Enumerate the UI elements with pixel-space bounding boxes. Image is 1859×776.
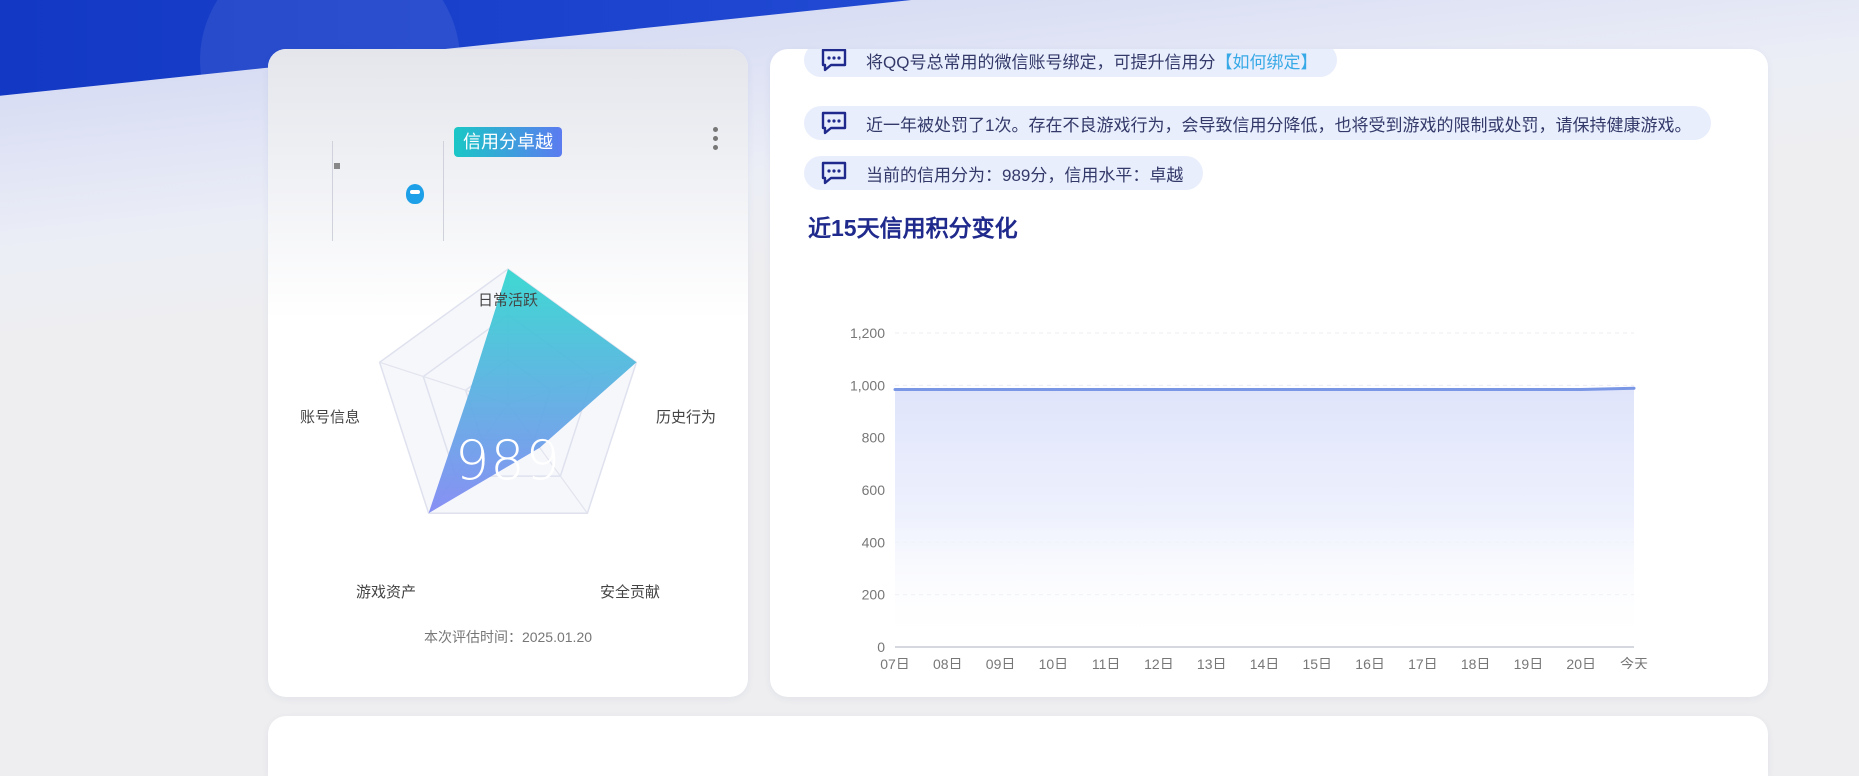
x-tick-label: 18日 bbox=[1461, 656, 1491, 669]
x-tick-label: 15日 bbox=[1302, 656, 1332, 669]
y-tick-label: 1,000 bbox=[850, 377, 885, 393]
y-tick-label: 1,200 bbox=[850, 325, 885, 341]
message-icon bbox=[821, 111, 847, 135]
x-tick-label: 11日 bbox=[1092, 656, 1121, 669]
data-point bbox=[1368, 388, 1372, 392]
radar-label-game-assets: 游戏资产 bbox=[356, 584, 416, 601]
message-icon bbox=[821, 49, 847, 72]
avatar-frame bbox=[332, 141, 444, 241]
radar-label-account-info: 账号信息 bbox=[300, 409, 360, 426]
x-tick-label: 13日 bbox=[1197, 656, 1227, 669]
tip-current-score: 当前的信用分为：989分，信用水平：卓越 bbox=[804, 156, 1204, 190]
credit-level-badge: 信用分卓越 bbox=[454, 127, 562, 157]
data-point bbox=[1051, 388, 1055, 392]
x-axis: 07日 08日 09日 10日 11日 12日 13日 14日 15日 16日 17日 18日 19日 2… bbox=[880, 656, 1648, 669]
data-point bbox=[893, 388, 897, 392]
credit-detail-card: 将QQ号总常用的微信账号绑定，可提升信用分 【如何绑定】 近一年被处罚了1次。存… bbox=[770, 49, 1768, 697]
x-tick-label: 14日 bbox=[1250, 656, 1280, 669]
how-to-bind-link[interactable]: 【如何绑定】 bbox=[1215, 49, 1317, 73]
radar-label-daily-active: 日常活跃 bbox=[478, 292, 538, 309]
x-tick-label: 07日 bbox=[880, 656, 910, 669]
evaluation-time: 本次评估时间：2025.01.20 bbox=[423, 629, 593, 645]
data-point bbox=[1579, 388, 1583, 392]
tip-text: 当前的信用分为：989分，信用水平：卓越 bbox=[866, 165, 1184, 185]
data-point bbox=[1210, 388, 1214, 392]
x-tick-label: 08日 bbox=[933, 656, 963, 669]
x-tick-label: 09日 bbox=[986, 656, 1016, 669]
x-tick-label: 10日 bbox=[1039, 656, 1069, 669]
data-point bbox=[1421, 388, 1425, 392]
x-tick-label: 20日 bbox=[1566, 656, 1596, 669]
avatar-mark bbox=[334, 163, 340, 169]
x-tick-label: 12日 bbox=[1144, 656, 1174, 669]
credit-profile-card: 信用分卓越 日常活跃 历史行为 安全贡献 游戏资产 账号信息 989 本次评估时… bbox=[268, 49, 748, 697]
x-tick-label: 17日 bbox=[1408, 656, 1438, 669]
more-vertical-icon[interactable] bbox=[709, 125, 721, 155]
radar-label-security-contribution: 安全贡献 bbox=[600, 583, 660, 601]
x-tick-label: 19日 bbox=[1514, 656, 1544, 669]
credit-score: 989 bbox=[455, 429, 561, 492]
y-tick-label: 400 bbox=[862, 534, 886, 550]
data-point bbox=[946, 388, 950, 392]
data-point bbox=[1632, 386, 1636, 390]
radar-label-history-behavior: 历史行为 bbox=[656, 409, 716, 426]
y-tick-label: 0 bbox=[877, 639, 885, 655]
tip-bind-wechat: 将QQ号总常用的微信账号绑定，可提升信用分 【如何绑定】 bbox=[804, 49, 1338, 77]
chart-title: 近15天信用积分变化 bbox=[808, 215, 1018, 241]
radar-chart: 日常活跃 历史行为 安全贡献 游戏资产 账号信息 989 bbox=[300, 268, 716, 601]
x-tick-label: 16日 bbox=[1355, 656, 1385, 669]
tip-text: 近一年被处罚了1次。存在不良游戏行为，会导致信用分降低，也将受到游戏的限制或处罚… bbox=[866, 115, 1692, 135]
message-icon bbox=[821, 161, 847, 185]
data-point bbox=[1474, 388, 1478, 392]
data-point bbox=[1263, 388, 1266, 392]
next-section-card bbox=[268, 716, 1768, 776]
credit-trend-chart: 0 200 400 600 800 1,000 1,200 07日 08日 09日 10日 11日 1… bbox=[850, 325, 1648, 669]
data-point bbox=[1104, 388, 1108, 392]
data-point bbox=[1157, 388, 1161, 392]
y-tick-label: 600 bbox=[862, 482, 886, 498]
data-point bbox=[1315, 388, 1319, 392]
data-point bbox=[1526, 388, 1530, 392]
y-tick-label: 200 bbox=[862, 587, 886, 603]
trend-area bbox=[895, 388, 1634, 647]
data-point bbox=[999, 388, 1003, 392]
tip-text: 将QQ号总常用的微信账号绑定，可提升信用分 bbox=[866, 52, 1216, 72]
qq-penguin-icon bbox=[406, 184, 424, 204]
y-tick-label: 800 bbox=[862, 430, 886, 446]
x-tick-label: 今天 bbox=[1620, 656, 1648, 669]
tip-penalty-record: 近一年被处罚了1次。存在不良游戏行为，会导致信用分降低，也将受到游戏的限制或处罚… bbox=[804, 106, 1712, 140]
